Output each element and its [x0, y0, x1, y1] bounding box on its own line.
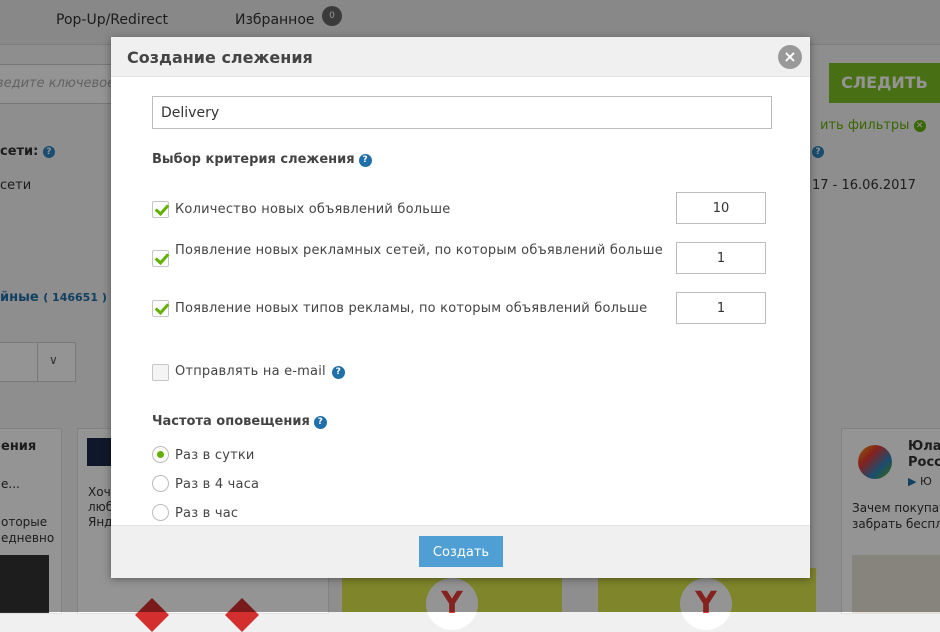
criterion-new-ads-label: Количество новых объявлений больше [175, 202, 451, 217]
frequency-section-title: Частота оповещения? [152, 414, 327, 429]
criterion-new-networks-label: Появление новых рекламных сетей, по кото… [175, 243, 663, 258]
frequency-help-icon[interactable]: ? [313, 416, 327, 429]
modal-header: Создание слежения × [111, 37, 810, 77]
frequency-hourly-label[interactable]: Раз в час [175, 506, 238, 521]
criterion-new-ads-value[interactable] [676, 192, 766, 224]
criterion-new-ads-checkbox[interactable] [152, 201, 169, 218]
frequency-daily-radio[interactable] [152, 446, 169, 463]
modal-footer: Создать [111, 525, 810, 578]
send-email-checkbox[interactable] [152, 364, 169, 381]
criteria-title-text: Выбор критерия слежения [152, 152, 355, 167]
frequency-daily-label[interactable]: Раз в сутки [175, 448, 255, 463]
modal-title: Создание слежения [127, 48, 313, 67]
criterion-new-ad-types-label: Появление новых типов рекламы, по которы… [175, 301, 648, 316]
create-tracking-modal: Создание слежения × Выбор критерия слеже… [111, 37, 810, 578]
frequency-4h-radio[interactable] [152, 475, 169, 492]
frequency-hourly-radio[interactable] [152, 504, 169, 521]
send-email-row: Отправлять на e-mail? [175, 363, 345, 380]
tracking-name-input[interactable] [152, 96, 772, 129]
criterion-new-networks-checkbox[interactable] [152, 250, 169, 267]
frequency-title-text: Частота оповещения [152, 414, 310, 429]
email-help-icon[interactable]: ? [331, 366, 345, 379]
criterion-new-networks-value[interactable] [676, 242, 766, 274]
criteria-help-icon[interactable]: ? [358, 154, 372, 167]
criterion-new-ad-types-value[interactable] [676, 292, 766, 324]
criterion-new-ad-types-checkbox[interactable] [152, 300, 169, 317]
criteria-section-title: Выбор критерия слежения? [152, 152, 372, 167]
send-email-label: Отправлять на e-mail [175, 364, 326, 379]
create-button[interactable]: Создать [419, 536, 503, 567]
close-icon[interactable]: × [778, 45, 802, 69]
frequency-4h-label[interactable]: Раз в 4 часа [175, 477, 259, 492]
